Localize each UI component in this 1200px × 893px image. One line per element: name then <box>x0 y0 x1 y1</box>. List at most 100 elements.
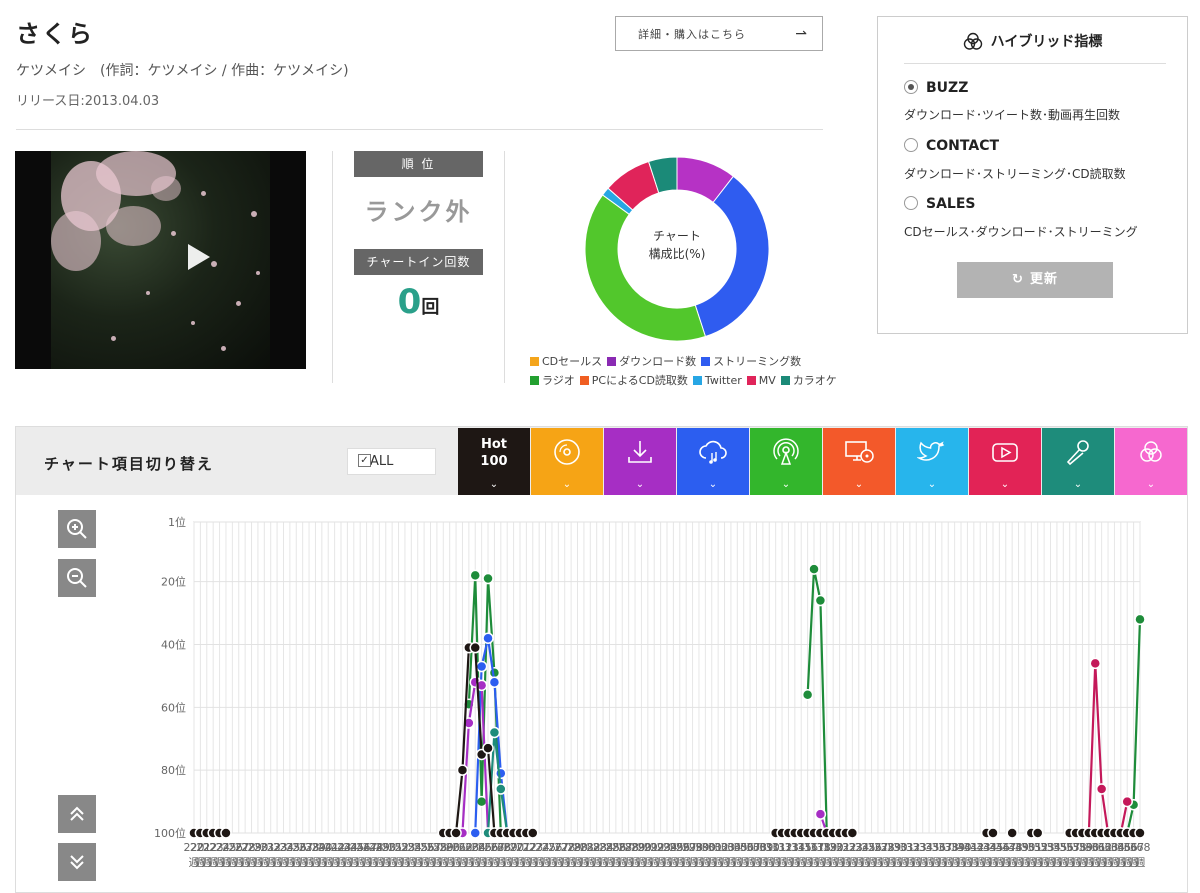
x-tick-unit: 週 <box>1135 856 1146 869</box>
tab-radio[interactable]: ⌄ <box>750 428 822 495</box>
y-tick-label: 20位 <box>161 575 186 589</box>
option-sales-label: SALES <box>926 196 976 212</box>
x-tick-label: 368 <box>1130 841 1151 854</box>
legend-item: PCによるCD読取数 <box>579 371 688 390</box>
play-icon[interactable] <box>188 244 210 270</box>
video-player[interactable] <box>15 151 306 369</box>
tab-hybrid[interactable]: ⌄ <box>1115 428 1187 495</box>
tab-pc-cd-read[interactable]: ⌄ <box>823 428 895 495</box>
cd-icon <box>531 437 603 475</box>
karaoke-icon <box>1042 437 1114 475</box>
donut-slice-1 <box>694 175 770 338</box>
radio-icon[interactable] <box>904 138 918 152</box>
data-point[interactable] <box>495 767 507 780</box>
tab-mv[interactable]: ⌄ <box>969 428 1041 495</box>
data-point[interactable] <box>482 742 494 754</box>
chart-switch-panel: チャート項目切り替え ✓ ALL Hot 100 ⌄ ⌄ ⌄ ⌄ ⌄ ⌄ ⌄ ⌄… <box>15 426 1188 893</box>
divider <box>904 63 1166 64</box>
tab-cd-sales[interactable]: ⌄ <box>531 428 603 495</box>
data-point[interactable] <box>846 827 859 839</box>
data-point[interactable] <box>456 764 469 776</box>
data-point[interactable] <box>527 827 539 839</box>
pc-cd-icon <box>823 437 895 475</box>
data-point[interactable] <box>488 676 501 688</box>
legend-swatch <box>692 376 702 385</box>
data-point[interactable] <box>482 572 494 585</box>
data-point[interactable] <box>495 783 507 795</box>
data-point[interactable] <box>469 569 481 582</box>
data-point[interactable] <box>814 808 827 820</box>
data-point[interactable] <box>475 795 488 808</box>
legend-swatch <box>530 357 539 366</box>
donut-center-label-1: チャート <box>653 229 701 243</box>
legend-swatch <box>701 357 711 366</box>
data-point[interactable] <box>1134 827 1146 839</box>
double-chevron-down-icon <box>70 855 84 870</box>
data-point[interactable] <box>482 632 494 644</box>
hybrid-title-text: ハイブリッド指標 <box>990 34 1103 50</box>
zoom-in-icon <box>67 519 87 539</box>
all-checkbox[interactable]: ✓ ALL <box>347 448 436 475</box>
divider <box>504 151 505 383</box>
data-point[interactable] <box>1121 795 1133 808</box>
scroll-up-button[interactable] <box>58 795 96 833</box>
legend-label: ラジオ <box>542 374 575 387</box>
song-title: さくら <box>16 20 94 48</box>
data-point[interactable] <box>469 641 481 654</box>
tab-twitter[interactable]: ⌄ <box>896 428 968 495</box>
legend-item: CDセールス <box>530 352 602 371</box>
option-sales[interactable]: SALES <box>904 196 976 212</box>
data-point[interactable] <box>987 827 999 839</box>
chevron-down-icon: ⌄ <box>562 479 572 490</box>
chevron-down-icon: ⌄ <box>635 479 645 490</box>
data-point[interactable] <box>488 726 501 739</box>
option-buzz[interactable]: BUZZ <box>904 80 968 96</box>
data-point[interactable] <box>1134 613 1146 626</box>
divider <box>332 151 333 383</box>
data-point[interactable] <box>220 827 232 839</box>
download-icon <box>604 437 676 475</box>
legend-label: MV <box>758 374 776 387</box>
option-contact-desc: ダウンロード･ストリーミング･CD読取数 <box>904 167 1126 181</box>
data-point[interactable] <box>814 594 827 607</box>
tab-karaoke[interactable]: ⌄ <box>1042 428 1114 495</box>
data-point[interactable] <box>1006 827 1018 839</box>
radio-icon[interactable] <box>904 196 918 210</box>
data-point[interactable] <box>1031 827 1044 839</box>
artist-credits: ケツメイシ (作詞：ケツメイシ / 作曲：ケツメイシ) <box>16 63 349 79</box>
hybrid-title: ハイブリッド指標 <box>878 31 1187 51</box>
checkbox-checked-icon[interactable]: ✓ <box>358 454 371 467</box>
data-point[interactable] <box>1089 657 1102 670</box>
zoom-in-button[interactable] <box>58 510 96 548</box>
data-point[interactable] <box>450 827 462 839</box>
chevron-down-icon: ⌄ <box>927 479 937 490</box>
tab-streaming[interactable]: ⌄ <box>677 428 749 495</box>
release-date: リリース日:2013.04.03 <box>16 94 160 109</box>
chart-switch-bar: チャート項目切り替え ✓ ALL Hot 100 ⌄ ⌄ ⌄ ⌄ ⌄ ⌄ ⌄ ⌄… <box>16 427 1187 495</box>
legend-item: Twitter <box>692 371 742 390</box>
option-contact-label: CONTACT <box>926 138 1000 154</box>
hot-label: Hot <box>480 437 508 452</box>
rank-value: ランク外 <box>364 198 473 226</box>
donut-center-label-2: 構成比(%) <box>649 247 706 261</box>
hot-number: 100 <box>480 454 508 469</box>
legend-swatch <box>579 376 589 385</box>
zoom-out-button[interactable] <box>58 559 96 597</box>
detail-purchase-button[interactable]: 詳細・購入はこちら ⇀ <box>615 16 823 51</box>
tab-hot100[interactable]: Hot 100 ⌄ <box>458 428 530 495</box>
data-point[interactable] <box>801 689 814 701</box>
hot100-icon: Hot 100 <box>458 436 530 470</box>
data-point[interactable] <box>475 660 488 673</box>
data-point[interactable] <box>469 827 481 839</box>
hybrid-icon <box>963 32 982 50</box>
radio-selected-icon[interactable] <box>904 80 918 94</box>
update-button[interactable]: ↻ 更新 <box>957 262 1113 298</box>
data-point[interactable] <box>808 563 820 575</box>
option-contact[interactable]: CONTACT <box>904 138 999 154</box>
y-tick-label: 100位 <box>154 826 186 840</box>
tab-download[interactable]: ⌄ <box>604 428 676 495</box>
all-label: ALL <box>370 454 394 469</box>
scroll-down-button[interactable] <box>58 843 96 881</box>
data-point[interactable] <box>1095 783 1108 795</box>
chevron-down-icon: ⌄ <box>1146 479 1156 490</box>
